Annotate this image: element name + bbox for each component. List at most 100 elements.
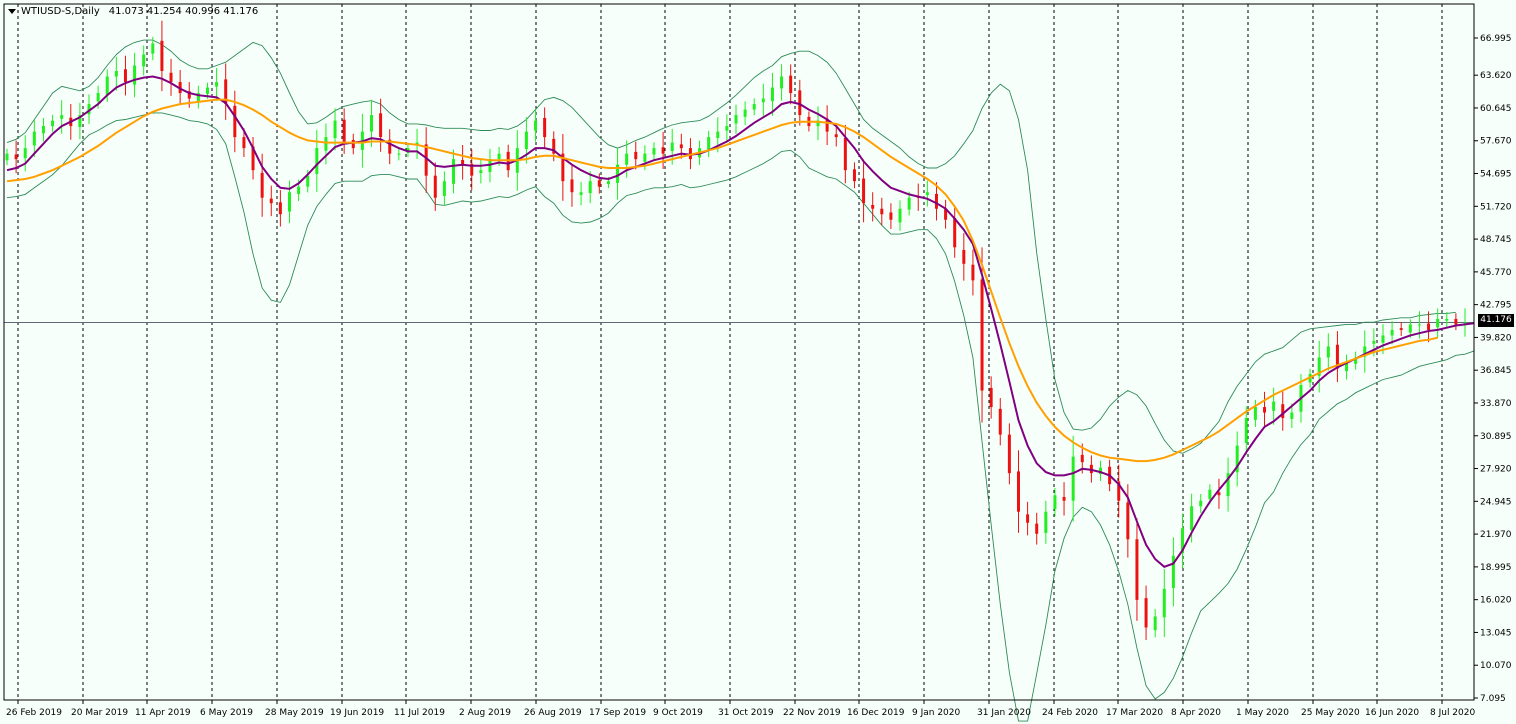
x-tick-label: 20 Mar 2019	[71, 708, 128, 718]
bull-candle	[442, 181, 446, 196]
bear-candle	[169, 72, 173, 83]
y-tick-label: 21.970	[1480, 530, 1512, 540]
price-chart[interactable]: 26 Feb 2019 20 Mar 2019 11 Apr 2019 6 May 2…	[0, 0, 1516, 724]
bear-candle	[233, 105, 237, 138]
bear-candle	[351, 139, 355, 149]
bear-candle	[1126, 502, 1130, 540]
x-tick-label: 9 Oct 2019	[653, 708, 703, 718]
bear-candle	[852, 169, 856, 182]
y-tick-label: 18.995	[1480, 563, 1512, 573]
bull-candle	[60, 115, 64, 119]
bear-candle	[1007, 434, 1011, 474]
bull-candle	[297, 186, 301, 194]
bear-candle	[14, 154, 18, 160]
bull-candle	[306, 175, 310, 187]
bull-candle	[23, 148, 27, 159]
x-tick-label: 31 Oct 2019	[718, 708, 774, 718]
bear-candle	[798, 90, 802, 116]
x-tick-label: 8 Apr 2020	[1171, 708, 1221, 718]
y-tick-label: 39.820	[1480, 333, 1512, 343]
bull-candle	[151, 43, 155, 54]
bull-candle	[780, 76, 784, 89]
bull-candle	[333, 120, 337, 138]
bull-candle	[41, 126, 45, 134]
bull-candle	[105, 76, 109, 95]
bull-candle	[925, 192, 929, 196]
chart-window[interactable]: 26 Feb 2019 20 Mar 2019 11 Apr 2019 6 May 2…	[0, 0, 1516, 724]
y-tick-label: 7.095	[1480, 694, 1506, 704]
bear-candle	[433, 175, 437, 198]
bear-candle	[1062, 496, 1066, 501]
bear-candle	[953, 217, 957, 248]
bull-candle	[324, 137, 328, 151]
bull-candle	[770, 87, 774, 102]
chevron-down-icon[interactable]	[8, 9, 16, 14]
y-tick-label: 10.070	[1480, 661, 1512, 671]
bull-candle	[497, 153, 501, 160]
bull-candle	[1436, 318, 1440, 328]
bull-candle	[205, 87, 209, 94]
bull-candle	[1162, 588, 1166, 618]
x-tick-label: 16 Dec 2019	[847, 708, 905, 718]
bear-candle	[379, 113, 383, 138]
x-tick-label: 11 Jul 2019	[394, 708, 445, 718]
bear-candle	[1016, 471, 1020, 512]
y-tick-label: 30.895	[1480, 432, 1512, 442]
x-tick-label: 24 Feb 2020	[1042, 708, 1098, 718]
y-tick-label: 60.645	[1480, 104, 1512, 114]
bear-candle	[1026, 514, 1030, 523]
y-tick-label: 45.770	[1480, 268, 1512, 278]
bear-candle	[998, 408, 1002, 435]
bull-candle	[907, 197, 911, 210]
bull-candle	[1053, 495, 1057, 510]
y-tick-label: 57.670	[1480, 137, 1512, 147]
bull-candle	[142, 54, 146, 67]
x-tick-label: 19 Jun 2019	[330, 708, 384, 718]
bear-candle	[661, 147, 665, 154]
bull-candle	[370, 115, 373, 132]
bull-candle	[96, 93, 100, 102]
x-tick-label: 17 Sep 2019	[589, 708, 646, 718]
bear-candle	[980, 279, 984, 391]
x-tick-label: 22 Nov 2019	[783, 708, 841, 718]
x-tick-label: 6 May 2019	[200, 708, 253, 718]
bear-candle	[971, 264, 975, 281]
bull-candle	[734, 115, 738, 124]
bear-candle	[1263, 407, 1267, 413]
bull-candle	[898, 208, 902, 223]
bear-candle	[989, 387, 993, 408]
x-tick-label: 11 Apr 2019	[135, 708, 191, 718]
bull-candle	[1272, 401, 1276, 411]
bull-candle	[114, 71, 118, 77]
bear-candle	[123, 69, 127, 83]
bull-candle	[287, 192, 291, 212]
bear-candle	[1427, 323, 1431, 330]
bear-candle	[889, 212, 893, 220]
y-tick-label: 42.795	[1480, 301, 1512, 311]
x-tick-label: 28 May 2019	[265, 708, 324, 718]
y-tick-label: 54.695	[1480, 170, 1512, 180]
symbol-timeframe: WTIUSD-S,Daily	[21, 6, 100, 17]
bull-candle	[534, 120, 538, 131]
bull-candle	[625, 153, 629, 165]
bull-candle	[1290, 412, 1294, 419]
x-tick-label: 26 Aug 2019	[524, 708, 582, 718]
bull-candle	[215, 82, 219, 87]
bear-candle	[260, 172, 264, 198]
bull-candle	[1390, 329, 1394, 336]
bull-candle	[1326, 346, 1330, 358]
bull-candle	[1253, 407, 1257, 420]
bear-candle	[834, 134, 838, 138]
bear-candle	[1281, 404, 1285, 419]
bull-candle	[588, 181, 592, 194]
bear-candle	[634, 151, 638, 160]
x-tick-label: 31 Jan 2020	[977, 708, 1031, 718]
bear-candle	[962, 249, 966, 264]
bull-candle	[1153, 616, 1157, 631]
bear-candle	[269, 198, 273, 204]
bear-candle	[843, 137, 847, 171]
bull-candle	[397, 153, 401, 155]
bear-candle	[242, 137, 246, 149]
y-tick-label: 63.620	[1480, 71, 1512, 81]
x-tick-label: 9 Jan 2020	[912, 708, 960, 718]
